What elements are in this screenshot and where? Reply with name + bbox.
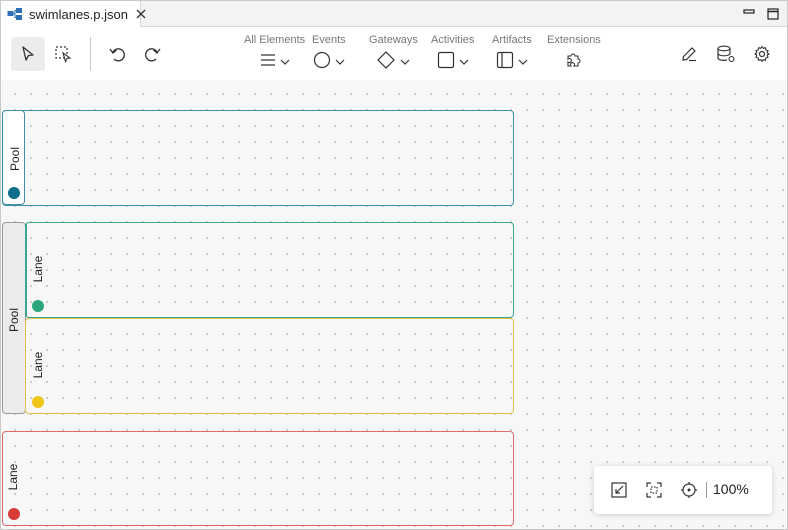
tab-bar: swimlanes.p.json xyxy=(1,1,787,27)
lane-red[interactable]: Lane xyxy=(2,431,514,526)
origin-icon[interactable] xyxy=(679,480,699,500)
database-icon[interactable] xyxy=(709,37,743,71)
fit-icon[interactable] xyxy=(609,480,629,500)
edit-icon[interactable] xyxy=(672,37,706,71)
chevron-down-icon xyxy=(459,53,469,71)
pool-2-header[interactable]: Pool xyxy=(2,222,26,414)
maximize-icon[interactable] xyxy=(767,7,779,20)
redo-icon[interactable] xyxy=(136,37,170,71)
pool-1-header[interactable]: Pool xyxy=(2,110,25,205)
menu-icon xyxy=(260,53,276,72)
palette-label: Gateways xyxy=(369,34,418,46)
toolbar: All Elements Events Gateways Activities xyxy=(1,27,787,80)
tab-title: swimlanes.p.json xyxy=(29,6,128,22)
lane-red-label: Lane xyxy=(6,463,20,491)
palette-extensions[interactable]: Extensions xyxy=(547,34,601,72)
chevron-down-icon xyxy=(400,53,410,71)
palette-label: Artifacts xyxy=(492,34,532,46)
lane-red-color-dot[interactable] xyxy=(8,508,20,520)
pool-1-label: Pool xyxy=(8,146,22,172)
diagram-canvas[interactable]: Pool Pool Lane Lane Lane xyxy=(1,80,787,529)
lane-yellow-label: Lane xyxy=(31,351,45,379)
palette-activities[interactable]: Activities xyxy=(431,34,474,72)
circle-icon xyxy=(313,51,331,74)
minimize-icon[interactable] xyxy=(743,7,755,19)
lane-green-label: Lane xyxy=(31,255,45,283)
lane-green[interactable]: Lane xyxy=(25,222,514,318)
pool-1[interactable]: Pool xyxy=(2,110,514,206)
marquee-select-icon[interactable] xyxy=(46,37,80,71)
undo-icon[interactable] xyxy=(100,37,134,71)
pool-1-color-dot[interactable] xyxy=(8,187,20,199)
settings-icon[interactable] xyxy=(745,37,779,71)
editor-window: swimlanes.p.json All Elements Events Gat… xyxy=(0,0,788,530)
zoom-level[interactable]: 100% xyxy=(713,481,749,497)
lane-green-color-dot[interactable] xyxy=(32,300,44,312)
bpmn-diagram-icon xyxy=(7,7,23,21)
palette-label: Events xyxy=(312,34,346,46)
chevron-down-icon xyxy=(335,53,345,71)
palette-all-elements[interactable]: All Elements xyxy=(244,34,305,72)
panel-icon xyxy=(496,51,514,74)
palette-label: Extensions xyxy=(547,34,601,46)
palette-events[interactable]: Events xyxy=(312,34,346,72)
close-icon[interactable] xyxy=(136,7,146,21)
zoom-panel: 100% xyxy=(594,466,772,514)
zoom-separator xyxy=(706,482,707,498)
lane-yellow[interactable]: Lane xyxy=(25,318,514,414)
lane-yellow-color-dot[interactable] xyxy=(32,396,44,408)
palette-gateways[interactable]: Gateways xyxy=(369,34,418,72)
puzzle-icon xyxy=(565,51,583,74)
tab-swimlanes[interactable]: swimlanes.p.json xyxy=(1,1,146,27)
toolbar-separator xyxy=(90,37,91,71)
chevron-down-icon xyxy=(518,53,528,71)
square-icon xyxy=(437,51,455,74)
palette-label: Activities xyxy=(431,34,475,46)
diamond-icon xyxy=(376,50,396,75)
chevron-down-icon xyxy=(280,53,290,71)
palette-label: All Elements xyxy=(244,34,306,46)
pool-2-label: Pool xyxy=(7,307,21,333)
center-selection-icon[interactable] xyxy=(644,480,664,500)
select-pointer-icon[interactable] xyxy=(11,37,45,71)
palette-artifacts[interactable]: Artifacts xyxy=(492,34,532,72)
